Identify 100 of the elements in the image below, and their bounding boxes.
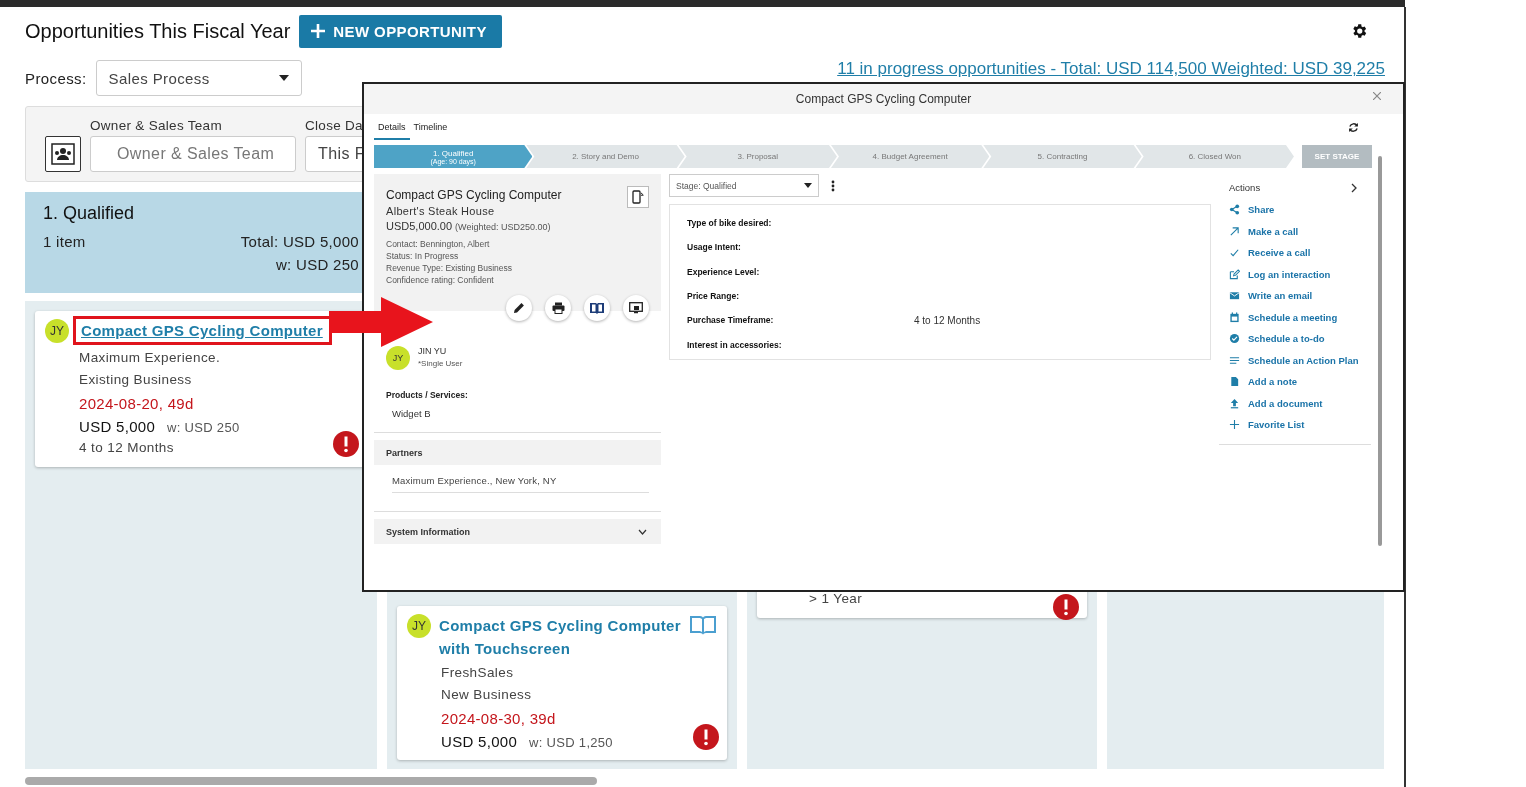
printer-icon bbox=[551, 302, 565, 314]
owner-role: *Single User bbox=[418, 359, 463, 368]
print-button[interactable] bbox=[545, 295, 571, 321]
detail-line: Status: In Progress bbox=[386, 250, 460, 262]
detail-line: Revenue Type: Existing Business bbox=[386, 262, 513, 274]
field-value: 4 to 12 Months bbox=[914, 314, 981, 326]
team-icon bbox=[51, 143, 75, 165]
avatar: JY bbox=[386, 346, 410, 370]
detail-line: Contact: Bennington, Albert bbox=[386, 238, 491, 250]
amount: USD 5,000 bbox=[79, 418, 156, 435]
field-label: Experience Level: bbox=[687, 266, 761, 277]
action-link[interactable]: Schedule a to-do bbox=[1229, 328, 1325, 350]
edit-button[interactable] bbox=[506, 295, 532, 321]
new-opportunity-button[interactable]: NEW OPPORTUNITY bbox=[299, 14, 502, 48]
action-link[interactable]: Receive a call bbox=[1229, 242, 1311, 264]
book-icon bbox=[590, 302, 604, 314]
process-label: Process: bbox=[25, 70, 87, 87]
field-label: Price Range: bbox=[687, 291, 740, 302]
mobile-button[interactable] bbox=[627, 186, 649, 208]
close-date: 2024-08-30, 39d bbox=[440, 710, 557, 727]
action-link[interactable]: Make a call bbox=[1229, 220, 1299, 242]
company-name: Albert's Steak House bbox=[386, 205, 496, 217]
amount: USD5,000.00 bbox=[386, 220, 453, 232]
stage-step[interactable]: 6. Closed Won bbox=[1135, 145, 1294, 168]
list-icon bbox=[1229, 354, 1240, 366]
detail-line: Confidence rating: Confident bbox=[386, 274, 495, 286]
stage-total: Total: USD 5,000 bbox=[240, 233, 359, 250]
action-link[interactable]: Schedule a meeting bbox=[1229, 306, 1338, 328]
tab[interactable]: Timeline bbox=[409, 115, 452, 140]
close-icon[interactable] bbox=[1373, 92, 1381, 100]
stage-step[interactable]: 4. Budget Agreement bbox=[831, 145, 990, 168]
weighted-amount: w: USD 1,250 bbox=[529, 735, 613, 750]
upload-icon bbox=[1229, 397, 1240, 409]
company-name: Maximum Experience. bbox=[78, 349, 222, 367]
stage-weighted: w: USD 250 bbox=[274, 256, 359, 273]
stage-step[interactable]: 2. Story and Demo bbox=[526, 145, 685, 168]
playbook-button[interactable] bbox=[584, 295, 610, 321]
dialog-title: Compact GPS Cycling Computer bbox=[795, 92, 972, 106]
timeframe: 4 to 12 Months bbox=[78, 439, 175, 457]
action-link[interactable]: Schedule an Action Plan bbox=[1229, 349, 1359, 371]
arrow-icon bbox=[1229, 225, 1240, 237]
products-label: Products / Services: bbox=[386, 390, 469, 400]
document-icon bbox=[1229, 376, 1240, 388]
stage-step[interactable]: 3. Proposal bbox=[678, 145, 837, 168]
section-header[interactable]: System Information bbox=[374, 519, 661, 544]
actions-title: Actions bbox=[1229, 182, 1261, 193]
stage-select[interactable]: Stage: Qualified bbox=[669, 174, 819, 197]
product-item: Widget B bbox=[392, 408, 432, 419]
page-title: Opportunities This Fiscal Year bbox=[25, 19, 291, 43]
item-count: 1 item bbox=[43, 233, 86, 250]
stage-step[interactable]: 5. Contracting bbox=[983, 145, 1142, 168]
chevron-icon[interactable] bbox=[1351, 182, 1357, 193]
phone-icon bbox=[632, 190, 644, 204]
more-icon[interactable] bbox=[831, 179, 835, 192]
company-name: FreshSales bbox=[440, 664, 515, 682]
field-label: Interest in accessories: bbox=[687, 339, 783, 350]
check-circle-icon bbox=[1229, 333, 1240, 345]
process-select[interactable]: Sales Process bbox=[95, 60, 302, 96]
avatar: JY bbox=[45, 319, 69, 343]
opportunity-card[interactable]: JY Compact GPS Cycling Computer with Touchscreen FreshSales New Business 2024-08-30, 39d USD 5,000 w: USD 1,250 bbox=[397, 606, 727, 760]
field-label: Type of bike desired: bbox=[687, 218, 773, 229]
present-button[interactable] bbox=[623, 295, 649, 321]
share-icon bbox=[1229, 204, 1240, 216]
action-link[interactable]: Write an email bbox=[1229, 285, 1313, 307]
action-link[interactable]: Favorite List bbox=[1229, 414, 1305, 436]
calendar-icon bbox=[1229, 311, 1240, 323]
amount: USD 5,000 bbox=[441, 733, 518, 750]
action-link[interactable]: Add a note bbox=[1229, 371, 1298, 393]
plus-icon bbox=[311, 24, 326, 38]
book-icon[interactable] bbox=[689, 614, 717, 636]
owner-name: JIN YU bbox=[418, 346, 448, 356]
opportunity-link[interactable]: Compact GPS Cycling Computer bbox=[73, 316, 332, 345]
monitor-icon bbox=[629, 302, 643, 314]
opportunity-link[interactable]: Compact GPS Cycling Computer with Touchscreen bbox=[439, 614, 681, 660]
chevron-icon bbox=[638, 528, 647, 535]
caret-icon bbox=[278, 75, 289, 81]
filter-field[interactable]: Owner & Sales Team bbox=[90, 136, 296, 172]
tab[interactable]: Details bbox=[374, 115, 410, 140]
edit-icon bbox=[1229, 268, 1240, 280]
revenue-type: New Business bbox=[440, 686, 533, 704]
section-header[interactable]: Partners bbox=[374, 440, 661, 465]
scrollbar[interactable] bbox=[25, 777, 597, 785]
partner-item: Maximum Experience., New York, NY bbox=[392, 475, 649, 493]
pencil-icon bbox=[513, 302, 525, 314]
filter-label: Owner & Sales Team bbox=[90, 118, 222, 133]
refresh-icon[interactable] bbox=[1348, 122, 1359, 133]
weighted-amount: (Weighted: USD250.00) bbox=[455, 222, 551, 232]
action-link[interactable]: Add a document bbox=[1229, 392, 1323, 414]
team-filter-button[interactable] bbox=[45, 136, 81, 172]
filter-label: Close Da bbox=[305, 118, 363, 133]
action-link[interactable]: Share bbox=[1229, 199, 1275, 221]
revenue-type: Existing Business bbox=[78, 371, 193, 389]
action-link[interactable]: Log an interaction bbox=[1229, 263, 1331, 285]
field-label: Purchase Timeframe: bbox=[687, 315, 775, 326]
opportunity-title: Compact GPS Cycling Computer bbox=[386, 188, 563, 202]
weighted-amount: w: USD 250 bbox=[167, 420, 240, 435]
summary-link[interactable]: 11 in progress opportunities - Total: USD 114,500 Weighted: USD 39,225 bbox=[837, 59, 1385, 79]
plus-icon bbox=[1229, 419, 1240, 431]
avatar: JY bbox=[407, 614, 431, 638]
mail-icon bbox=[1229, 290, 1240, 302]
